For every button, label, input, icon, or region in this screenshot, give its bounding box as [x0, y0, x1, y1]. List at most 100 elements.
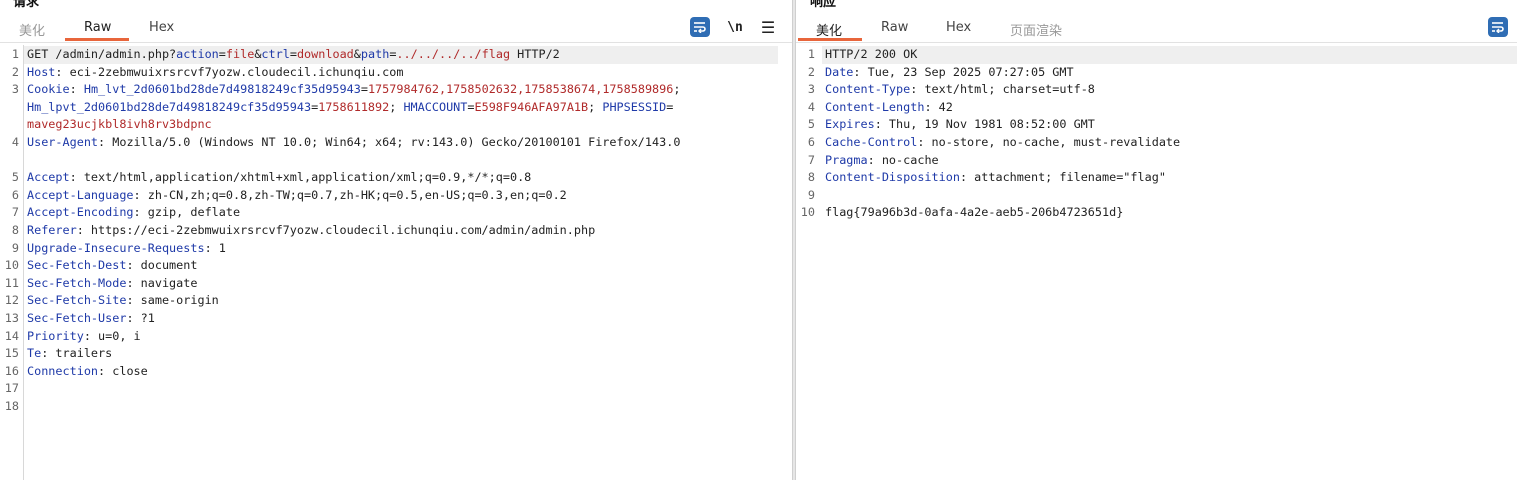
current-line-highlight	[822, 46, 1517, 64]
active-tab-underline	[798, 38, 862, 41]
tab-pretty[interactable]: 美化	[19, 20, 45, 39]
header-line: Content-Length: 42	[825, 99, 953, 117]
request-line: GET /admin/admin.php?action=file&ctrl=do…	[27, 46, 560, 64]
tabs-divider	[796, 42, 1517, 43]
header-value: : gzip, deflate	[133, 205, 241, 220]
tab-hex[interactable]: Hex	[946, 20, 971, 35]
header-name: Host	[27, 64, 56, 79]
header-value: : navigate	[126, 275, 198, 290]
line-number: 7	[807, 152, 815, 167]
cookie-key: Hm_lvt_2d0601bd28de7d49818249cf35d95943	[83, 82, 361, 97]
header-value: : document	[126, 258, 198, 273]
header-line: Expires: Thu, 19 Nov 1981 08:52:00 GMT	[825, 116, 1095, 134]
tab-raw[interactable]: Raw	[84, 20, 111, 35]
header-value: : no-cache	[867, 152, 939, 167]
request-editor[interactable]: 1 2 3 4 5 6 7 8 9 10 11 12 13 14 15 16 1…	[0, 45, 792, 480]
header-line: Date: Tue, 23 Sep 2025 07:27:05 GMT	[825, 64, 1074, 82]
line-number: 11	[4, 275, 19, 290]
header-name: Te	[27, 346, 42, 361]
cookie-key: HMACCOUNT	[403, 99, 468, 114]
header-line-host: Host: eci-2zebmwuixrsrcvf7yozw.cloudecil…	[27, 64, 403, 82]
param-key: ctrl	[261, 47, 290, 61]
line-number: 7	[11, 205, 19, 220]
header-name: Content-Type	[825, 82, 911, 97]
header-line: Sec-Fetch-User: ?1	[27, 310, 155, 328]
header-value: : Mozilla/5.0 (Windows NT 10.0; Win64; x…	[98, 135, 681, 149]
word-wrap-button[interactable]	[690, 17, 710, 37]
header-line: Priority: u=0, i	[27, 328, 141, 346]
header-line: Pragma: no-cache	[825, 152, 939, 170]
header-value: : same-origin	[126, 293, 219, 308]
cookie-value: 1758611892	[318, 99, 390, 114]
param-value: ../../../../flag	[396, 47, 511, 61]
header-line: Accept-Language: zh-CN,zh;q=0.8,zh-TW;q=…	[27, 187, 567, 205]
tab-raw[interactable]: Raw	[881, 20, 908, 35]
wrap-lines-icon	[694, 22, 706, 33]
header-line: Cache-Control: no-store, no-cache, must-…	[825, 134, 1180, 152]
tab-hex[interactable]: Hex	[149, 20, 174, 35]
cookie-value: maveg23ucjkbl8ivh8rv3bdpnc	[27, 117, 212, 132]
line-number: 10	[4, 258, 19, 273]
line-number: 8	[11, 223, 19, 237]
header-line: Content-Disposition: attachment; filenam…	[825, 169, 1166, 187]
show-newlines-button[interactable]: \n	[725, 17, 745, 37]
request-pane: 请求 美化 Raw Hex \n ☰ 1 2 3 4 5 6 7 8 9 10 …	[0, 0, 792, 480]
header-line: Referer: https://eci-2zebmwuixrsrcvf7yoz…	[27, 222, 595, 240]
header-value: : zh-CN,zh;q=0.8,zh-TW;q=0.7,zh-HK;q=0.5…	[133, 187, 567, 202]
header-name: Content-Length	[825, 99, 925, 114]
cookie-sep: ;	[389, 99, 404, 114]
line-number: 18	[4, 399, 19, 413]
http-message-viewer: 请求 美化 Raw Hex \n ☰ 1 2 3 4 5 6 7 8 9 10 …	[0, 0, 1517, 480]
hamburger-menu-icon[interactable]: ☰	[758, 17, 778, 37]
header-name: Cookie	[27, 82, 70, 97]
line-number: 3	[11, 82, 19, 97]
cookie-eq: =	[360, 82, 368, 97]
header-value: : text/html,application/xhtml+xml,applic…	[69, 170, 532, 185]
header-value: : text/html; charset=utf-8	[910, 82, 1095, 97]
cookie-value: 1757984762,1758502632,1758538674,1758589…	[367, 82, 674, 97]
header-line: Accept: text/html,application/xhtml+xml,…	[27, 169, 531, 187]
header-sep: :	[69, 82, 84, 97]
line-number: 13	[4, 311, 19, 325]
line-number: 4	[807, 99, 815, 114]
response-tabs: 美化 Raw Hex 页面渲染	[796, 14, 1517, 42]
word-wrap-button[interactable]	[1488, 17, 1508, 37]
header-name: Content-Disposition	[825, 170, 960, 185]
header-value: : Thu, 19 Nov 1981 08:52:00 GMT	[874, 117, 1095, 132]
header-line: Connection: close	[27, 363, 148, 381]
header-value: : attachment; filename="flag"	[959, 170, 1166, 185]
tab-render[interactable]: 页面渲染	[1010, 20, 1062, 39]
line-number: 5	[807, 117, 815, 132]
tabs-divider	[0, 42, 792, 43]
line-number: 6	[11, 187, 19, 202]
param-sep: &	[353, 47, 361, 61]
header-line-cookie-cont: Hm_lpvt_2d0601bd28de7d49818249cf35d95943…	[27, 99, 673, 117]
header-line-cookie-cont: maveg23ucjkbl8ivh8rv3bdpnc	[27, 116, 212, 134]
header-value: : no-store, no-cache, must-revalidate	[917, 135, 1181, 149]
header-value: : 1	[204, 240, 226, 255]
cookie-key: Hm_lpvt_2d0601bd28de7d49818249cf35d95943	[27, 99, 312, 114]
param-eq: =	[289, 47, 297, 61]
header-value: : ?1	[126, 311, 155, 325]
header-line: Sec-Fetch-Site: same-origin	[27, 292, 219, 310]
header-name: Sec-Fetch-User	[27, 311, 127, 325]
line-number: 16	[4, 363, 19, 378]
header-value: : Tue, 23 Sep 2025 07:27:05 GMT	[853, 64, 1074, 79]
header-value: : 42	[924, 99, 953, 114]
header-name: Sec-Fetch-Mode	[27, 275, 127, 290]
cookie-eq: =	[666, 99, 674, 114]
header-name: Sec-Fetch-Site	[27, 293, 127, 308]
header-line-cookie: Cookie: Hm_lvt_2d0601bd28de7d49818249cf3…	[27, 81, 680, 99]
line-number: 17	[4, 381, 19, 396]
line-number: 1	[807, 47, 815, 61]
header-value: : u=0, i	[83, 328, 141, 343]
response-editor[interactable]: 1 2 3 4 5 6 7 8 9 10 HTTP/2 200 OK Date:…	[796, 45, 1517, 480]
header-name: Connection	[27, 363, 99, 378]
header-value: : https://eci-2zebmwuixrsrcvf7yozw.cloud…	[76, 223, 596, 237]
tab-pretty[interactable]: 美化	[816, 20, 842, 39]
header-name: Accept	[27, 170, 70, 185]
cookie-sep: ;	[588, 99, 603, 114]
line-number: 3	[807, 82, 815, 97]
header-name: Pragma	[825, 152, 868, 167]
wrap-lines-icon	[1492, 22, 1504, 33]
